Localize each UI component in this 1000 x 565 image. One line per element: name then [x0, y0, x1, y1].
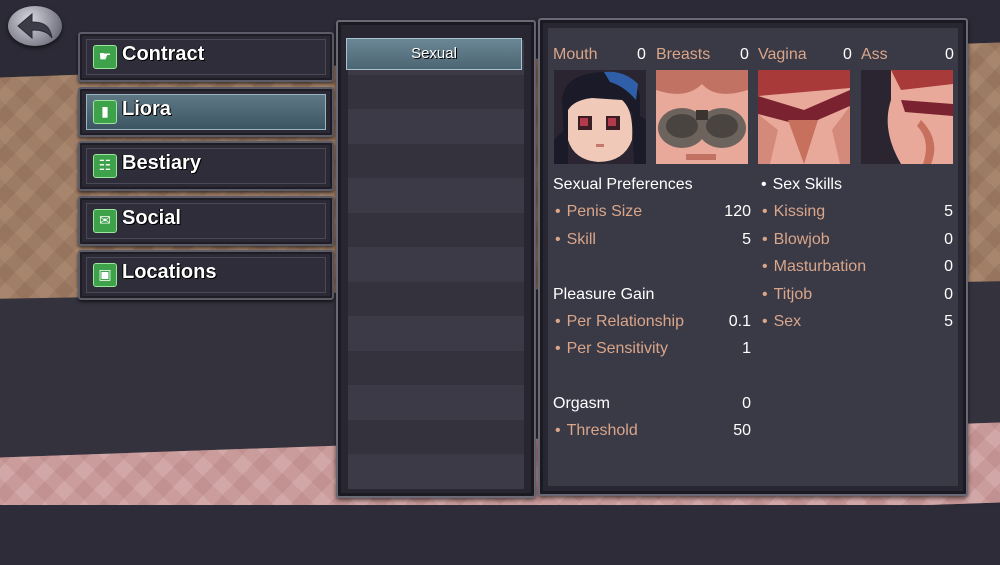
stat-label: Threshold [566, 422, 638, 439]
part-value: 0 [637, 46, 646, 63]
stat-value: 50 [733, 422, 751, 439]
stat-value: 0.1 [728, 313, 751, 330]
part-breasts: Breasts 0 [656, 46, 749, 64]
list-slot [348, 419, 524, 454]
category-list [348, 40, 524, 489]
part-value: 0 [945, 46, 954, 63]
menu-item-contract[interactable]: ☛ Contract [78, 32, 334, 82]
stat-value: 5 [944, 203, 953, 220]
section-title-skills: • Sex Skills [761, 176, 842, 193]
section-title-pleasure: Pleasure Gain [553, 286, 655, 303]
stat-label: Skill [566, 231, 596, 248]
menu-item-label: Contract [122, 43, 205, 65]
stat-per-relationship: • Per Relationship [555, 313, 685, 330]
stat-label: Per Relationship [566, 313, 685, 330]
stat-value: 120 [724, 203, 751, 220]
stat-label: Blowjob [773, 231, 830, 248]
menu-item-label: Locations [122, 261, 217, 283]
menu-item-frame: ▣ Locations [86, 257, 326, 293]
stat-label: Sex [773, 313, 802, 330]
list-slot [348, 350, 524, 385]
menu-item-social[interactable]: ✉ Social [78, 196, 334, 246]
menu-item-label: Liora [122, 98, 171, 120]
stat-label: Penis Size [566, 203, 643, 220]
list-slot [348, 247, 524, 282]
list-slot [348, 109, 524, 144]
part-ass: Ass 0 [861, 46, 954, 64]
skill-sex: • Sex [762, 313, 802, 330]
part-mouth: Mouth 0 [553, 46, 646, 64]
skill-blowjob: • Blowjob [762, 231, 830, 248]
stat-value: 0 [944, 286, 953, 303]
list-slot [348, 281, 524, 316]
part-label: Ass [861, 46, 888, 63]
stat-penis-size: • Penis Size [555, 203, 643, 220]
book-icon: ▮ [93, 100, 117, 124]
skill-masturbation: • Masturbation [762, 258, 867, 275]
menu-item-label: Bestiary [122, 152, 201, 174]
section-title-orgasm: Orgasm [553, 395, 610, 412]
stat-value: 5 [742, 231, 751, 248]
menu-item-frame: ✉ Social [86, 203, 326, 239]
menu-item-frame: ▮ Liora [86, 94, 326, 130]
stat-threshold: • Threshold [555, 422, 638, 439]
section-title-preferences: Sexual Preferences [553, 176, 693, 193]
list-slot [348, 385, 524, 420]
menu-item-frame: ☷ Bestiary [86, 148, 326, 184]
stat-label: Titjob [773, 286, 813, 303]
stat-skill: • Skill [555, 231, 596, 248]
stat-value: 5 [944, 313, 953, 330]
vagina-portrait [758, 70, 850, 164]
part-label: Breasts [656, 46, 711, 63]
part-vagina: Vagina 0 [758, 46, 852, 64]
tab-sexual[interactable]: Sexual [346, 38, 522, 70]
back-arrow-icon [17, 12, 53, 40]
list-slot [348, 316, 524, 351]
orgasm-value: 0 [742, 395, 751, 412]
background-floor [0, 505, 1000, 565]
category-list-panel [336, 20, 536, 498]
stat-label: Per Sensitivity [566, 340, 668, 357]
stat-label: Kissing [773, 203, 826, 220]
stat-value: 1 [742, 340, 751, 357]
menu-item-label: Social [122, 207, 181, 229]
list-slot [348, 454, 524, 489]
skill-titjob: • Titjob [762, 286, 813, 303]
menu-item-locations[interactable]: ▣ Locations [78, 250, 334, 300]
list-slot [348, 74, 524, 109]
map-icon: ▣ [93, 263, 117, 287]
part-value: 0 [843, 46, 852, 63]
back-button[interactable] [8, 6, 62, 46]
section-title-label: Sex Skills [772, 176, 842, 193]
list-slot [348, 143, 524, 178]
list-slot [348, 212, 524, 247]
stat-label: Masturbation [773, 258, 867, 275]
list-slot [348, 178, 524, 213]
part-value: 0 [740, 46, 749, 63]
part-label: Vagina [758, 46, 807, 63]
part-label: Mouth [553, 46, 598, 63]
contract-icon: ☛ [93, 45, 117, 69]
ass-portrait [861, 70, 953, 164]
mail-icon: ✉ [93, 209, 117, 233]
bestiary-icon: ☷ [93, 154, 117, 178]
stat-value: 0 [944, 231, 953, 248]
menu-item-frame: ☛ Contract [86, 39, 326, 75]
mouth-portrait [554, 70, 646, 164]
menu-item-liora[interactable]: ▮ Liora [78, 87, 334, 137]
stat-per-sensitivity: • Per Sensitivity [555, 340, 668, 357]
stat-value: 0 [944, 258, 953, 275]
breasts-portrait [656, 70, 748, 164]
skill-kissing: • Kissing [762, 203, 826, 220]
menu-item-bestiary[interactable]: ☷ Bestiary [78, 141, 334, 191]
